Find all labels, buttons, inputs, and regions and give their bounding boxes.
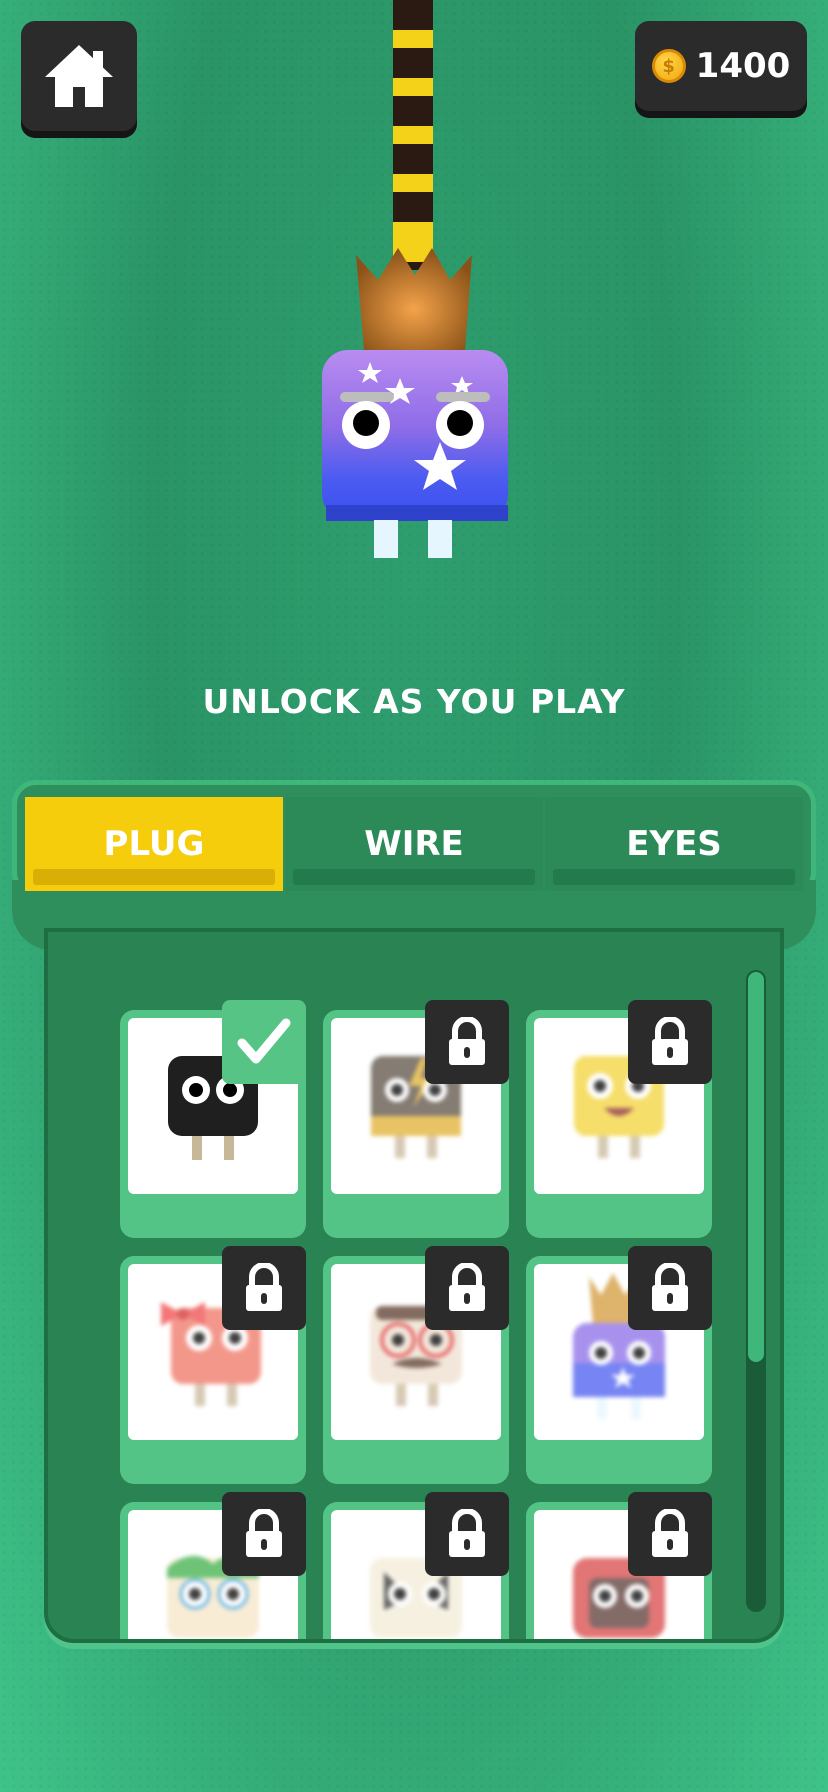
tab-plug-label: PLUG: [103, 824, 205, 864]
lock-icon: [425, 1000, 509, 1084]
tab-wire-underline: [293, 869, 535, 885]
coin-amount: 1400: [695, 46, 791, 86]
selected-check-icon: [222, 1000, 306, 1084]
tab-plug-underline: [33, 869, 275, 885]
scrollbar-thumb[interactable]: [748, 972, 764, 1362]
scrollbar[interactable]: [746, 970, 766, 1612]
lock-icon: [425, 1246, 509, 1330]
unlock-title: UNLOCK AS YOU PLAY: [202, 682, 626, 721]
tab-eyes-underline: [553, 869, 795, 885]
lock-icon: [628, 1492, 712, 1576]
lock-icon: [628, 1000, 712, 1084]
lock-icon: [628, 1246, 712, 1330]
home-button[interactable]: [21, 21, 137, 131]
tab-eyes-label: EYES: [626, 824, 722, 864]
lock-icon: [222, 1246, 306, 1330]
lock-icon: [425, 1492, 509, 1576]
tab-eyes[interactable]: EYES: [545, 797, 803, 891]
tab-wire[interactable]: WIRE: [285, 797, 543, 891]
coin-icon: $: [651, 49, 686, 83]
coin-counter: $ 1400: [635, 21, 807, 111]
home-icon: [45, 45, 113, 107]
lock-icon: [222, 1492, 306, 1576]
items-panel: [44, 928, 784, 1643]
character-preview: [322, 0, 508, 558]
tab-wire-label: WIRE: [364, 824, 464, 864]
tab-plug[interactable]: PLUG: [25, 797, 283, 891]
